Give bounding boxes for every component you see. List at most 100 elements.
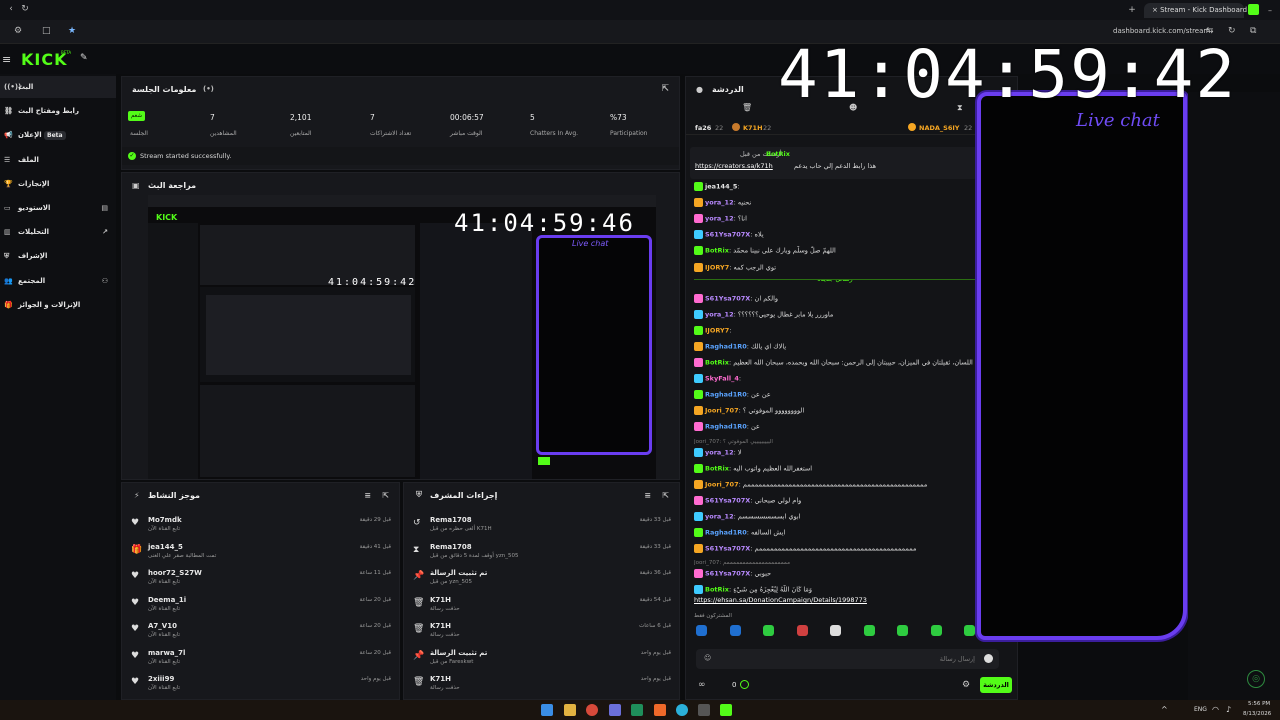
app-controller-icon[interactable] xyxy=(698,704,710,716)
chat-message[interactable]: S61Ysa707X: والكم ان xyxy=(694,293,976,306)
list-item[interactable]: 📌 تم تثبيت الرسالة من قبل Fareskwt قبل يوم … xyxy=(404,644,679,671)
emote-icon[interactable] xyxy=(763,625,774,637)
chat-username[interactable]: yora_12 xyxy=(705,215,734,223)
chat-message[interactable]: yora_12: نحنيه xyxy=(694,198,976,210)
list-item[interactable]: ♥ hoor72_S27W تابع القناة الآن قبل 11 ساعة xyxy=(122,564,399,591)
item-name[interactable]: K71H xyxy=(430,675,451,683)
emote-icon[interactable] xyxy=(964,625,975,637)
chat-message[interactable]: BotRix: استغفرالله العظيم واتوب اليه xyxy=(694,463,976,476)
sidebar-item-3[interactable]: ☰ الملف xyxy=(0,149,116,171)
emote-icon[interactable] xyxy=(863,625,875,637)
filter-icon[interactable]: ≡ xyxy=(364,491,371,500)
cast-icon[interactable]: ⇆ xyxy=(1206,26,1214,36)
chrome-icon[interactable] xyxy=(586,704,598,716)
pinned-message[interactable]: أرسلت من قبل BotRix هذا رابط الدعم إلي ح… xyxy=(690,147,977,179)
emote-icon[interactable] xyxy=(696,625,707,637)
app-a-icon[interactable] xyxy=(631,704,643,716)
chat-username[interactable]: S61Ysa707X xyxy=(705,496,750,504)
item-name[interactable]: 2xiii99 xyxy=(148,675,174,683)
windows-start-icon[interactable] xyxy=(541,704,553,716)
kick-app-icon[interactable] xyxy=(720,704,732,716)
item-name[interactable]: marwa_7l xyxy=(148,649,185,657)
chat-username[interactable]: BotRix xyxy=(705,464,729,472)
item-name[interactable]: jea144_5 xyxy=(148,543,183,551)
item-name[interactable]: Mo7mdk xyxy=(148,516,182,524)
new-tab-icon[interactable]: + xyxy=(1126,4,1138,16)
list-item[interactable]: ♥ A7_V10 تابع القناة الآن قبل 20 ساعة xyxy=(122,617,399,644)
back-icon[interactable]: ‹ xyxy=(6,4,16,14)
sidebar-item-8[interactable]: 👥 المجتمع ⚇ xyxy=(0,270,116,292)
minimize-icon[interactable]: – xyxy=(1264,4,1276,16)
chat-message[interactable]: Raghad1R0: ايش السالفه xyxy=(694,528,976,540)
item-name[interactable]: hoor72_S27W xyxy=(148,569,202,577)
list-item[interactable]: ⧗ Rema1708 أوقف لمدة 5 دقائق من قبل yzn_50… xyxy=(404,538,679,565)
chat-message[interactable]: Raghad1R0: عن xyxy=(694,422,976,434)
chat-message[interactable]: BotRix: خفيفتان على اللسان، ثقيلتان في ا… xyxy=(694,358,976,370)
item-name[interactable]: تم تثبيت الرسالة xyxy=(430,569,487,577)
top-user-1[interactable]: fa26 xyxy=(695,124,711,132)
chat-message[interactable]: Joori_707: الوووووووو الموفوتي ؟ xyxy=(694,406,976,418)
chat-message[interactable]: S61Ysa707X: يلاه xyxy=(694,230,976,242)
sidebar-item-4[interactable]: 🏆 الإنجازات xyxy=(0,173,116,195)
item-name[interactable]: Deema_1i xyxy=(148,596,186,604)
preview-video[interactable]: KICK 41:04:59:42 Live chat 41:04:59:46 xyxy=(148,195,656,479)
popout-icon[interactable]: ⇱ xyxy=(382,491,389,500)
chat-username[interactable]: IJORY7 xyxy=(705,326,729,334)
assistant-icon[interactable]: ◎ xyxy=(1247,670,1265,688)
sidebar-item-1[interactable]: ⛓ رابط ومفتاح البث xyxy=(0,100,116,122)
emoji-icon[interactable]: ☺ xyxy=(704,654,711,662)
edge-icon[interactable] xyxy=(676,704,688,716)
chat-message[interactable]: yora_12: ماوررر يلا مابر غطال يوحيي؟؟؟؟؟… xyxy=(694,309,976,322)
chat-username[interactable]: Raghad1R0 xyxy=(705,529,747,537)
item-name[interactable]: A7_V10 xyxy=(148,622,177,630)
chat-username[interactable]: BotRix xyxy=(705,586,729,594)
file-explorer-icon[interactable] xyxy=(564,704,576,716)
sidebar-item-2[interactable]: 📢 الإعلان Beta xyxy=(0,124,116,146)
clock-date[interactable]: 8/13/2026 xyxy=(1243,711,1271,717)
chat-username[interactable]: yora_12 xyxy=(705,512,734,520)
chat-message[interactable]: jea144_5: xyxy=(694,182,976,194)
brave-icon[interactable] xyxy=(654,704,666,716)
send-circle-icon[interactable] xyxy=(984,654,993,663)
external-icon[interactable]: ⧉ xyxy=(1250,26,1256,36)
chat-username[interactable]: S61Ysa707X xyxy=(705,570,750,578)
chat-send-button[interactable]: الدردشة xyxy=(980,677,1012,693)
settings-icon[interactable]: ⚙ xyxy=(962,680,970,690)
pinned-link[interactable]: https://creators.sa/k71h xyxy=(695,162,773,170)
refresh-icon[interactable]: ↻ xyxy=(1228,26,1236,36)
top-user-3[interactable]: NADA_S6IY xyxy=(919,124,959,132)
item-name[interactable]: Rema1708 xyxy=(430,543,472,551)
chat-username[interactable]: Joori_707 xyxy=(705,480,739,488)
emote-icon[interactable] xyxy=(729,625,741,637)
chat-username[interactable]: Raghad1R0 xyxy=(705,423,747,431)
chat-message[interactable]: S61Ysa707X: حبوبي xyxy=(694,569,976,581)
tray-arrow-icon[interactable]: ^ xyxy=(1161,705,1168,714)
lang-indicator[interactable]: ENG xyxy=(1194,706,1207,713)
chat-username[interactable]: jea144_5 xyxy=(705,183,737,191)
trash-icon[interactable]: 🗑 xyxy=(742,103,752,112)
chat-message[interactable]: Joori_707: ممممممممممممممممممممممممممممم… xyxy=(694,479,976,492)
popout-icon[interactable]: ⇱ xyxy=(662,491,669,500)
top-user-2[interactable]: K71H xyxy=(743,124,763,132)
browser-tab[interactable]: × Stream - Kick Dashboard xyxy=(1144,3,1247,18)
chat-username[interactable]: SkyFall_4 xyxy=(705,375,739,383)
list-item[interactable]: 📌 تم تثبيت الرسالة من قبل yzn_505 قبل 36 دق… xyxy=(404,564,679,591)
popout-icon[interactable]: ⇱ xyxy=(661,84,669,94)
chat-username[interactable]: BotRix xyxy=(705,359,729,367)
list-item[interactable]: ↺ Rema1708 ألغى حظره من قبل K71H قبل 33 دقي… xyxy=(404,511,679,538)
chat-username[interactable]: Raghad1R0 xyxy=(705,342,747,350)
list-item[interactable]: ♥ marwa_7l تابع القناة الآن قبل 20 ساعة xyxy=(122,644,399,671)
list-item[interactable]: ♥ Mo7mdk تابع القناة الآن قبل 29 دقيقة xyxy=(122,511,399,538)
sidebar-item-6[interactable]: ▥ التحليلات ↗ xyxy=(0,221,116,243)
chat-username[interactable]: S61Ysa707X xyxy=(705,294,750,302)
chat-message[interactable]: IJORY7: xyxy=(694,325,976,338)
discord-icon[interactable] xyxy=(609,704,621,716)
chat-message[interactable]: Raghad1R0: عن عن xyxy=(694,390,976,402)
clock-time[interactable]: 5:56 PM xyxy=(1248,701,1270,707)
chat-username[interactable]: S61Ysa707X xyxy=(705,231,750,239)
list-item[interactable]: 🗑 K71H حذفت رسالة قبل يوم واحد xyxy=(404,670,679,697)
chat-username[interactable]: S61Ysa707X xyxy=(705,545,750,553)
chat-username[interactable]: Joori_707 xyxy=(705,407,739,415)
chat-username[interactable]: yora_12 xyxy=(705,199,734,207)
sidebar-item-5[interactable]: ▭ الاستوديو ▤ xyxy=(0,197,116,219)
